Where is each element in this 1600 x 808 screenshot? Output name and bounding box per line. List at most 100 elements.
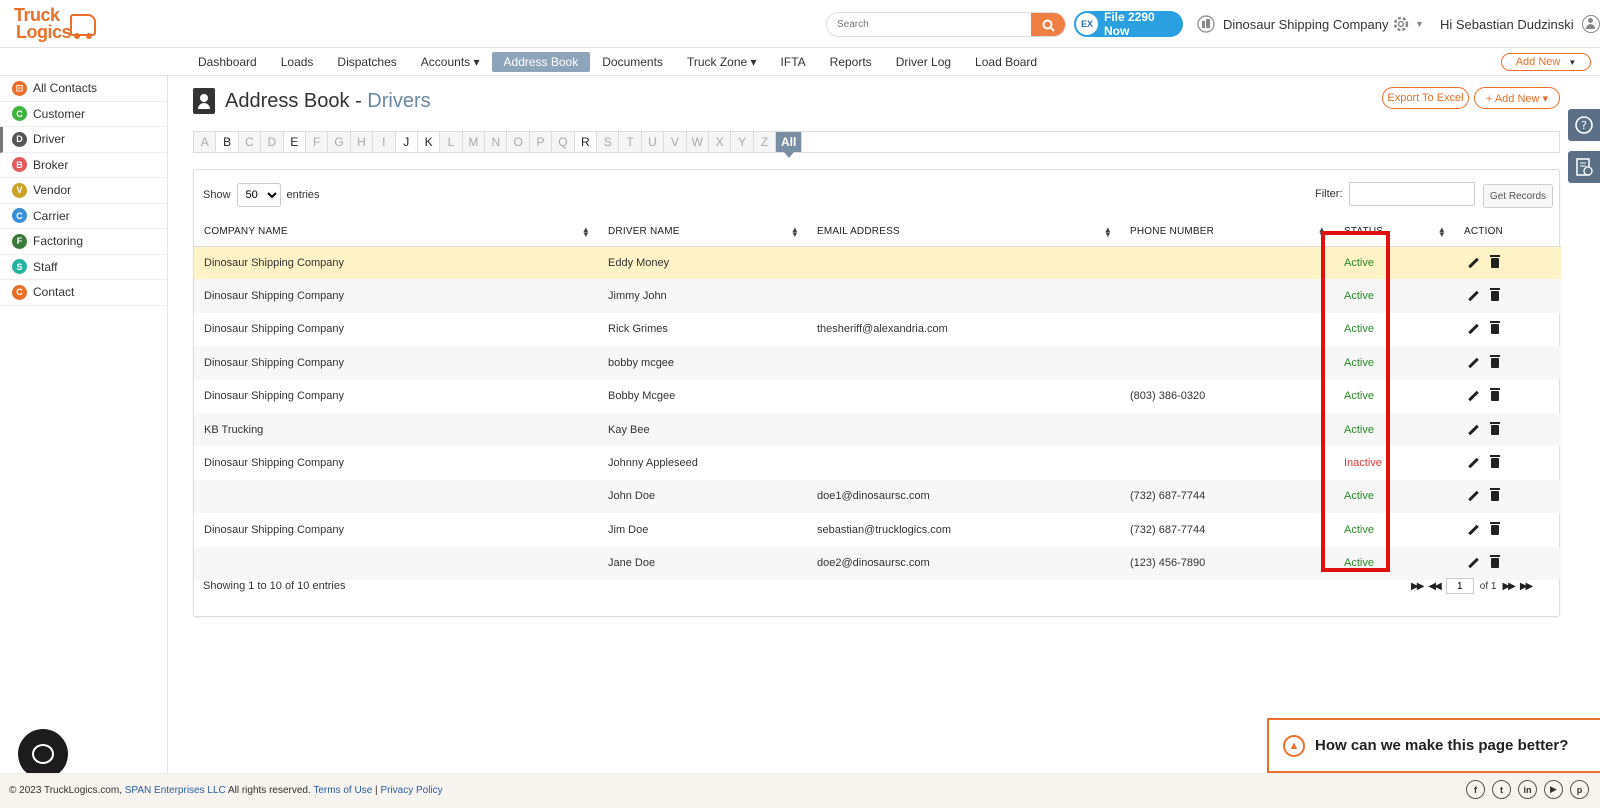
table-row[interactable]: John Doe doe1@dinosaursc.com (732) 687-774…: [194, 479, 1561, 514]
column-header-status[interactable]: STATUS ▲ ▼: [1334, 218, 1454, 247]
nav-address-book[interactable]: Address Book: [491, 52, 591, 72]
nav-accounts[interactable]: Accounts ▾: [409, 52, 492, 72]
letter-filter-d[interactable]: D: [261, 132, 284, 152]
letter-filter-j[interactable]: J: [395, 132, 418, 152]
nav-driver-log[interactable]: Driver Log: [884, 52, 963, 72]
sidebar-item-all-contacts[interactable]: ⊡ All Contacts: [0, 76, 167, 102]
letter-filter-c[interactable]: C: [238, 132, 262, 152]
letter-filter-h[interactable]: H: [350, 132, 374, 152]
feedback-panel[interactable]: ▲ How can we make this page better?: [1267, 718, 1600, 773]
nav-loads[interactable]: Loads: [269, 52, 326, 72]
letter-filter-l[interactable]: L: [440, 132, 463, 152]
letter-filter-p[interactable]: P: [529, 132, 553, 152]
letter-filter-m[interactable]: M: [462, 132, 486, 152]
delete-trash-icon[interactable]: [1490, 521, 1500, 535]
letter-filter-v[interactable]: V: [664, 132, 687, 152]
delete-trash-icon[interactable]: [1490, 254, 1500, 268]
twitter-icon[interactable]: t: [1492, 780, 1511, 799]
get-records-button[interactable]: Get Records: [1483, 184, 1553, 208]
delete-trash-icon[interactable]: [1490, 321, 1500, 335]
nav-dispatches[interactable]: Dispatches: [325, 52, 408, 72]
terms-link[interactable]: Terms of Use: [313, 785, 372, 796]
letter-filter-t[interactable]: T: [619, 132, 642, 152]
add-new-dropdown[interactable]: Add New ▼: [1501, 53, 1591, 71]
letter-filter-g[interactable]: G: [328, 132, 351, 152]
search-button[interactable]: [1031, 13, 1065, 36]
table-row[interactable]: Dinosaur Shipping Company bobby mcgee Acti…: [194, 346, 1561, 380]
letter-filter-e[interactable]: E: [283, 132, 306, 152]
sidebar-item-carrier[interactable]: C Carrier: [0, 204, 167, 229]
export-excel-button[interactable]: Export To Excel: [1382, 87, 1469, 109]
letter-filter-x[interactable]: X: [708, 132, 732, 152]
linkedin-icon[interactable]: in: [1518, 780, 1537, 799]
delete-trash-icon[interactable]: [1490, 488, 1500, 502]
letter-filter-w[interactable]: W: [686, 132, 709, 152]
chat-widget-button[interactable]: [18, 729, 68, 779]
span-enterprises-link[interactable]: SPAN Enterprises LLC: [125, 785, 226, 796]
sidebar-item-customer[interactable]: C Customer: [0, 102, 167, 127]
privacy-link[interactable]: Privacy Policy: [380, 785, 442, 796]
sidebar-item-factoring[interactable]: F Factoring: [0, 229, 167, 255]
edit-pencil-icon[interactable]: [1469, 491, 1479, 501]
letter-filter-all[interactable]: All: [776, 132, 803, 158]
sidebar-item-vendor[interactable]: V Vendor: [0, 178, 167, 204]
sidebar-item-broker[interactable]: B Broker: [0, 153, 167, 178]
table-row[interactable]: Dinosaur Shipping Company Johnny Applesee…: [194, 446, 1561, 479]
edit-pencil-icon[interactable]: [1469, 558, 1479, 568]
table-row[interactable]: Jane Doe doe2@dinosaursc.com (123) 456-789…: [194, 546, 1561, 580]
letter-filter-n[interactable]: N: [485, 132, 508, 152]
edit-pencil-icon[interactable]: [1469, 425, 1479, 435]
nav-truck-zone[interactable]: Truck Zone ▾: [675, 52, 769, 72]
letter-filter-u[interactable]: U: [641, 132, 665, 152]
letter-filter-r[interactable]: R: [574, 132, 598, 152]
table-row[interactable]: Dinosaur Shipping Company Bobby Mcgee (803…: [194, 380, 1561, 413]
edit-pencil-icon[interactable]: [1469, 458, 1479, 468]
edit-pencil-icon[interactable]: [1469, 291, 1479, 301]
column-header-company[interactable]: COMPANY NAME ▲ ▼: [194, 218, 598, 247]
delete-trash-icon[interactable]: [1490, 354, 1500, 368]
youtube-icon[interactable]: ▶: [1544, 780, 1563, 799]
delete-trash-icon[interactable]: [1490, 388, 1500, 402]
prev-page-icon[interactable]: ◀◀: [1428, 581, 1441, 592]
edit-pencil-icon[interactable]: [1469, 258, 1479, 268]
next-page-icon[interactable]: ▶▶: [1502, 581, 1515, 592]
sidebar-item-contact[interactable]: C Contact: [0, 280, 167, 306]
nav-documents[interactable]: Documents: [590, 52, 675, 72]
table-row[interactable]: Dinosaur Shipping Company Jim Doe sebastia…: [194, 513, 1561, 546]
letter-filter-i[interactable]: I: [373, 132, 396, 152]
add-new-button[interactable]: + Add New ▾: [1474, 87, 1560, 109]
sidebar-item-driver[interactable]: D Driver: [0, 127, 167, 153]
letter-filter-q[interactable]: Q: [552, 132, 575, 152]
edit-pencil-icon[interactable]: [1469, 358, 1479, 368]
letter-filter-o[interactable]: O: [507, 132, 530, 152]
letter-filter-y[interactable]: Y: [731, 132, 754, 152]
user-menu[interactable]: Hi Sebastian Dudzinski: [1440, 15, 1600, 33]
table-row[interactable]: Dinosaur Shipping Company Eddy Money Activ…: [194, 246, 1561, 280]
column-header-phone[interactable]: PHONE NUMBER ▲ ▼: [1120, 218, 1334, 247]
letter-filter-k[interactable]: K: [417, 132, 441, 152]
nav-ifta[interactable]: IFTA: [769, 52, 818, 72]
letter-filter-z[interactable]: Z: [753, 132, 777, 152]
search-input[interactable]: [827, 13, 1027, 36]
pinterest-icon[interactable]: p: [1570, 780, 1589, 799]
company-selector[interactable]: Dinosaur Shipping Company: [1197, 15, 1388, 33]
nav-dashboard[interactable]: Dashboard: [186, 52, 269, 72]
nav-load-board[interactable]: Load Board: [963, 52, 1049, 72]
table-row[interactable]: Dinosaur Shipping Company Rick Grimes thes…: [194, 313, 1561, 346]
notes-button[interactable]: [1568, 151, 1600, 183]
letter-filter-a[interactable]: A: [194, 132, 217, 152]
help-button[interactable]: ?: [1568, 109, 1600, 141]
delete-trash-icon[interactable]: [1490, 455, 1500, 469]
column-header-driver[interactable]: DRIVER NAME ▲ ▼: [598, 218, 807, 247]
edit-pencil-icon[interactable]: [1469, 525, 1479, 535]
entries-select[interactable]: 50: [236, 183, 281, 207]
first-page-icon[interactable]: ▶▶: [1411, 581, 1424, 592]
sidebar-item-staff[interactable]: S Staff: [0, 255, 167, 280]
table-row[interactable]: KB Trucking Kay Bee Active: [194, 412, 1561, 447]
delete-trash-icon[interactable]: [1490, 421, 1500, 435]
column-header-email[interactable]: EMAIL ADDRESS ▲ ▼: [807, 218, 1120, 247]
page-number-input[interactable]: [1445, 578, 1474, 594]
trucklogics-logo[interactable]: Truck Logics: [12, 6, 96, 42]
delete-trash-icon[interactable]: [1490, 288, 1500, 302]
edit-pencil-icon[interactable]: [1469, 324, 1479, 334]
